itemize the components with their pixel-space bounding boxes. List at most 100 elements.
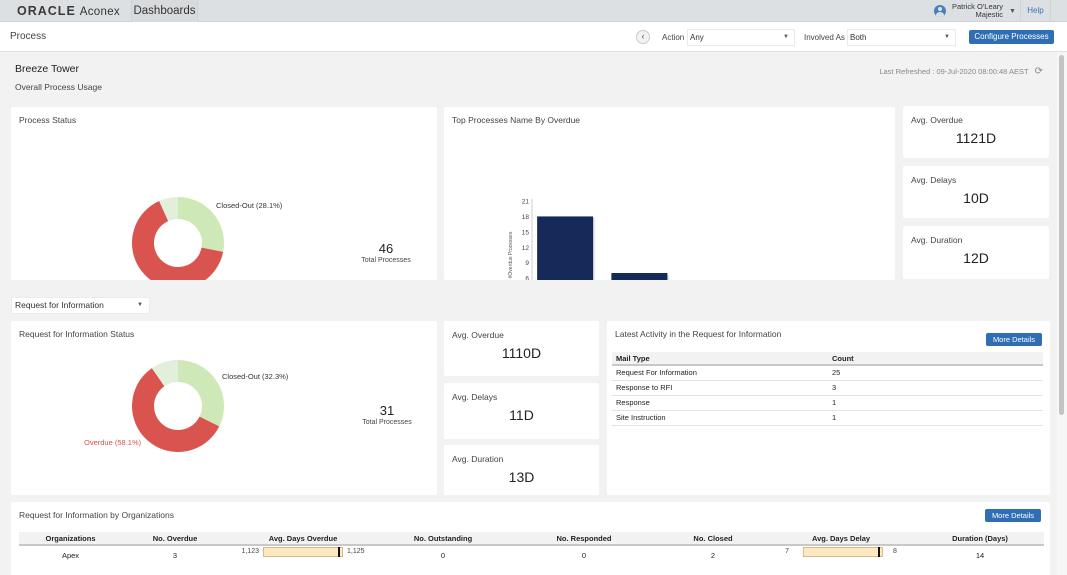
involved-as-select-value: Both: [850, 33, 867, 42]
latest-activity-card: Latest Activity in the Request for Infor…: [607, 321, 1050, 495]
column-header-no-closed[interactable]: No. Closed: [660, 532, 766, 546]
column-header-duration[interactable]: Duration (Days): [916, 532, 1044, 546]
organizations-more-details-button[interactable]: More Details: [985, 509, 1041, 522]
section-title: Overall Process Usage: [15, 82, 102, 92]
y-tick-label: 18: [522, 214, 530, 221]
pie-slice-closed-out[interactable]: [178, 360, 224, 427]
no-outstanding-cell: 0: [440, 551, 446, 560]
mail-type-cell: Response: [612, 395, 828, 411]
chevron-down-icon: ▼: [1009, 7, 1016, 15]
stat-label: Avg. Delays: [911, 175, 957, 185]
rfi-status-card: Request for Information Status Closed-Ou…: [11, 321, 437, 495]
closed-out-label: Closed-Out (32.3%): [222, 372, 289, 381]
column-header-count[interactable]: Count: [828, 352, 1043, 366]
project-name: Breeze Tower: [15, 63, 80, 75]
table-row: Apex 3 1,123 1,125 0 0 2 7 8 14: [19, 545, 1044, 564]
closed-out-label: Closed-Out (28.1%): [216, 201, 283, 210]
rfi-avg-overdue-card: Avg. Overdue 1110D: [444, 321, 599, 376]
action-filter-label: Action: [662, 33, 685, 42]
column-header-no-responded[interactable]: No. Responded: [508, 532, 660, 546]
value-marker: [878, 546, 881, 557]
latest-activity-more-details-button[interactable]: More Details: [986, 333, 1042, 346]
table-header-row: Organizations No. Overdue Avg. Days Over…: [19, 532, 1044, 546]
refresh-icon[interactable]: ⟳: [1035, 66, 1043, 77]
y-tick-label: 9: [525, 260, 529, 267]
column-header-mail-type[interactable]: Mail Type: [612, 352, 828, 366]
y-tick-label: 12: [522, 245, 530, 252]
back-button[interactable]: ‹: [636, 30, 650, 44]
top-navigation-bar: ORACLE Aconex Dashboards Patrick O'Leary …: [0, 0, 1067, 22]
range-min-label: 1,123: [241, 548, 259, 555]
total-processes-label: Total Processes: [362, 419, 412, 426]
stat-label: Avg. Duration: [452, 454, 504, 464]
table-row: Site Instruction 1: [612, 410, 1043, 426]
brand-oracle: ORACLE: [17, 4, 76, 18]
organizations-table: Organizations No. Overdue Avg. Days Over…: [19, 532, 1044, 564]
y-tick-label: 15: [522, 229, 530, 236]
range-bar: [803, 546, 883, 557]
brand-aconex: Aconex: [79, 6, 120, 18]
stat-value: 10D: [963, 190, 989, 206]
avg-days-delay-cell: 7 8: [766, 545, 916, 564]
stat-label: Avg. Delays: [452, 392, 498, 402]
process-status-card: Process Status Closed-Out (28.1%) Overdu…: [11, 107, 437, 280]
user-menu[interactable]: Patrick O'Leary Majestic ▼: [934, 2, 1016, 20]
organizations-card: Request for Information by Organizations…: [11, 502, 1050, 575]
chevron-down-icon: ▼: [783, 34, 789, 40]
column-header-organizations[interactable]: Organizations: [19, 532, 122, 546]
rfi-avg-duration-card: Avg. Duration 13D: [444, 445, 599, 495]
column-header-no-outstanding[interactable]: No. Outstanding: [378, 532, 508, 546]
page-toolbar: Process ‹ Action Any ▼ Involved As Both …: [0, 22, 1067, 52]
bar-request-for-information[interactable]: [537, 216, 594, 280]
y-axis-label: #Overdue Processes: [508, 231, 514, 278]
value-marker: [338, 546, 341, 557]
overdue-label: Overdue (58.1%): [84, 438, 142, 447]
help-link[interactable]: Help: [1020, 0, 1051, 22]
table-row: Response 1: [612, 395, 1043, 411]
action-select[interactable]: Any ▼: [687, 29, 795, 46]
last-refreshed: Last Refreshed : 09-Jul-2020 08:00:48 AE…: [879, 66, 1043, 77]
range-min-label: 7: [785, 548, 789, 555]
nav-tab-dashboards[interactable]: Dashboards: [131, 0, 198, 22]
avg-duration-card: Avg. Duration 12D: [903, 226, 1049, 279]
count-cell: 1: [828, 410, 1043, 426]
user-avatar-icon: [934, 5, 946, 17]
column-header-no-overdue[interactable]: No. Overdue: [122, 532, 228, 546]
range-bar: [263, 546, 343, 557]
latest-activity-table: Mail Type Count Request For Information …: [612, 352, 1043, 426]
user-organization: Majestic: [975, 10, 1004, 19]
stat-label: Avg. Overdue: [452, 330, 504, 340]
stat-value: 12D: [963, 250, 989, 266]
organization-cell: Apex: [61, 551, 80, 560]
configure-processes-button[interactable]: Configure Processes: [969, 30, 1054, 44]
mail-type-cell: Response to RFI: [612, 380, 828, 396]
range-max-label: 1,125: [347, 548, 365, 555]
count-cell: 25: [828, 365, 1043, 381]
process-type-select[interactable]: Request for Information ▼: [11, 297, 150, 314]
duration-cell: 14: [975, 551, 985, 560]
card-title: Request for Information by Organizations: [19, 510, 174, 520]
stat-value: 13D: [508, 469, 535, 485]
column-header-avg-days-overdue[interactable]: Avg. Days Overdue: [228, 532, 378, 546]
total-processes-value: 31: [379, 403, 395, 418]
table-row: Request For Information 25: [612, 365, 1043, 381]
involved-as-select[interactable]: Both ▼: [847, 29, 956, 46]
bar-change-request[interactable]: [611, 273, 668, 280]
count-cell: 1: [828, 395, 1043, 411]
stat-value: 1110D: [501, 345, 542, 361]
dashboard-content: Breeze Tower Overall Process Usage Last …: [0, 53, 1057, 575]
no-overdue-cell: 3: [172, 551, 178, 560]
no-closed-cell: 2: [710, 551, 716, 560]
table-row: Response to RFI 3: [612, 380, 1043, 396]
oracle-aconex-logo[interactable]: ORACLE Aconex: [17, 4, 120, 18]
vertical-scrollbar[interactable]: [1057, 53, 1067, 575]
stat-value: 1121D: [955, 130, 997, 146]
process-type-select-value: Request for Information: [15, 300, 104, 310]
total-processes: 31 Total Processes: [357, 403, 417, 426]
stat-label: Avg. Overdue: [911, 115, 963, 125]
scrollbar-thumb[interactable]: [1059, 55, 1064, 415]
column-header-avg-days-delay[interactable]: Avg. Days Delay: [766, 532, 916, 546]
stat-label: Avg. Duration: [911, 235, 963, 245]
card-title: Latest Activity in the Request for Infor…: [615, 329, 782, 339]
avg-days-overdue-bullet-chart: 1,123 1,125: [241, 546, 365, 557]
